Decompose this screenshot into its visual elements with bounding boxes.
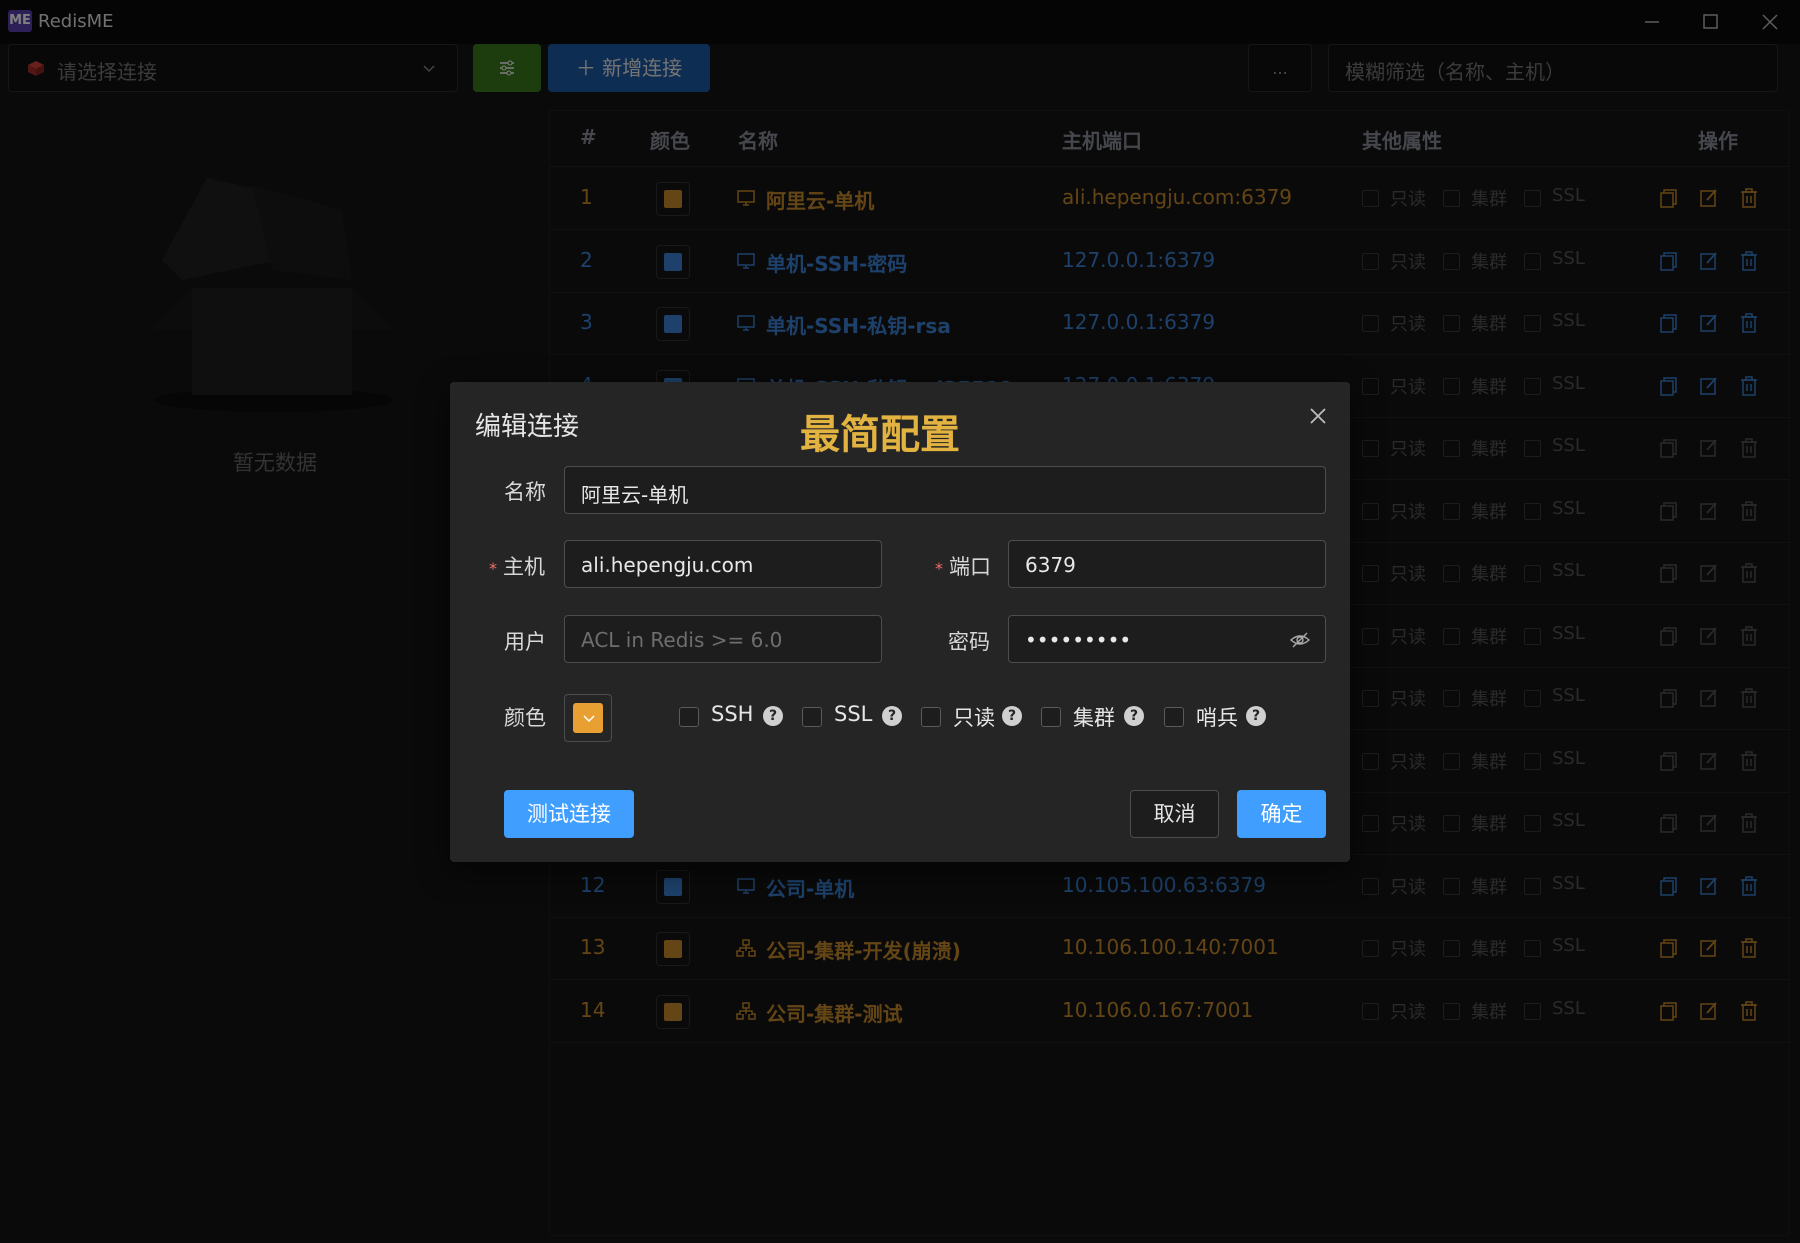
readonly-checkbox[interactable]	[921, 707, 941, 727]
help-icon[interactable]: ?	[1002, 706, 1022, 726]
color-picker[interactable]	[564, 694, 612, 742]
confirm-button[interactable]: 确定	[1237, 790, 1326, 838]
ssh-label: SSH	[711, 702, 754, 726]
password-value: •••••••••	[1025, 628, 1132, 652]
cancel-button[interactable]: 取消	[1130, 790, 1219, 838]
help-icon[interactable]: ?	[1124, 706, 1144, 726]
ssl-label: SSL	[834, 702, 873, 726]
dialog-close-icon[interactable]	[1306, 404, 1330, 428]
help-icon[interactable]: ?	[1246, 706, 1266, 726]
dialog-banner: 最简配置	[800, 412, 960, 458]
chevron-down-icon	[583, 715, 595, 723]
name-input[interactable]: 阿里云-单机	[564, 466, 1326, 514]
user-label: 用户	[504, 630, 546, 654]
test-connection-button[interactable]: 测试连接	[504, 790, 634, 838]
help-icon[interactable]: ?	[763, 706, 783, 726]
edit-connection-dialog: 编辑连接 最简配置 名称 阿里云-单机 * 主机 ali.hepengju.com…	[450, 382, 1350, 862]
cluster-label: 集群	[1073, 706, 1115, 730]
eye-hidden-icon[interactable]	[1289, 629, 1311, 651]
cluster-checkbox[interactable]	[1041, 707, 1061, 727]
sentinel-checkbox[interactable]	[1164, 707, 1184, 727]
readonly-label: 只读	[953, 706, 995, 730]
help-icon[interactable]: ?	[882, 706, 902, 726]
host-label: * 主机	[489, 555, 545, 579]
sentinel-label: 哨兵	[1196, 706, 1238, 730]
port-input[interactable]: 6379	[1008, 540, 1326, 588]
dialog-title: 编辑连接	[475, 412, 580, 442]
host-input[interactable]: ali.hepengju.com	[564, 540, 882, 588]
password-input[interactable]: •••••••••	[1008, 615, 1326, 663]
ssh-checkbox[interactable]	[679, 707, 699, 727]
port-label: * 端口	[935, 555, 991, 579]
user-input[interactable]: ACL in Redis >= 6.0	[564, 615, 882, 663]
ssl-checkbox[interactable]	[802, 707, 822, 727]
color-label: 颜色	[504, 706, 546, 730]
name-label: 名称	[504, 480, 546, 504]
password-label: 密码	[948, 630, 990, 654]
